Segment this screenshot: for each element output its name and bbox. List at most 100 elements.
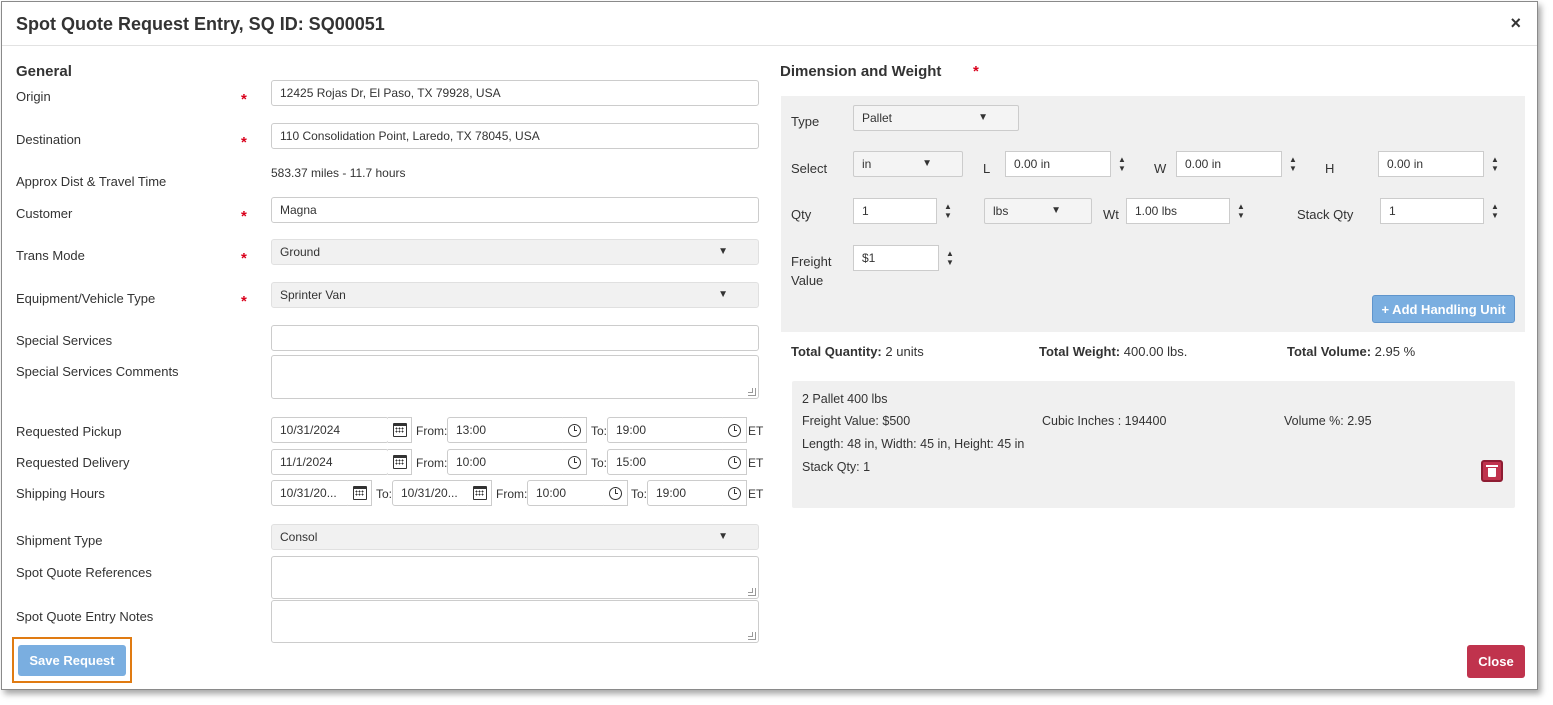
pickup-to-input[interactable]: 19:00 [607, 417, 725, 443]
shipping-date-to-input[interactable]: 10/31/20... [392, 480, 470, 506]
delivery-to-input[interactable]: 15:00 [607, 449, 725, 475]
length-stepper[interactable]: ▲ ▼ [1111, 151, 1133, 177]
freight-label-line2: Value [791, 273, 824, 288]
dimension-section-title: Dimension and Weight [780, 63, 942, 80]
weight-stepper[interactable]: ▲ ▼ [1230, 198, 1252, 224]
close-button[interactable]: Close [1467, 645, 1525, 678]
modal-title: Spot Quote Request Entry, SQ ID: SQ00051 [16, 14, 385, 34]
trans-mode-label: Trans Mode [16, 248, 85, 263]
unit-stack-qty: Stack Qty: 1 [802, 460, 871, 474]
qty-input[interactable]: 1 [853, 198, 937, 224]
width-input[interactable]: 0.00 in [1176, 151, 1282, 177]
clock-icon[interactable] [723, 480, 747, 506]
shipping-from-input[interactable]: 10:00 [527, 480, 606, 506]
references-label: Spot Quote References [16, 565, 152, 580]
save-request-button[interactable]: Save Request [18, 645, 126, 676]
resize-grip-icon[interactable] [748, 588, 756, 596]
freight-value-stepper[interactable]: ▲ ▼ [939, 245, 961, 271]
chevron-down-icon: ▼ [718, 289, 728, 300]
qty-stepper[interactable]: ▲ ▼ [937, 198, 959, 224]
close-icon[interactable]: × [1510, 13, 1521, 34]
calendar-icon[interactable] [388, 417, 412, 443]
select-label: Select [791, 161, 828, 176]
chevron-down-icon: ▼ [718, 246, 728, 257]
chevron-down-icon: ▼ [1051, 205, 1061, 216]
total-quantity: Total Quantity: 2 units [791, 344, 924, 359]
freight-value-input[interactable]: $1 [853, 245, 939, 271]
clock-icon[interactable] [604, 480, 628, 506]
calendar-icon[interactable] [348, 480, 372, 506]
height-label: H [1325, 161, 1335, 176]
height-stepper[interactable]: ▲ ▼ [1484, 151, 1506, 177]
equipment-required: * [241, 293, 247, 310]
unit-summary: 2 Pallet 400 lbs [802, 392, 888, 406]
stack-qty-input[interactable]: 1 [1380, 198, 1484, 224]
destination-input[interactable]: 110 Consolidation Point, Laredo, TX 7804… [271, 123, 759, 149]
shipping-timezone: ET [748, 487, 764, 501]
special-services-input[interactable] [271, 325, 759, 351]
destination-required: * [241, 134, 247, 151]
width-label: W [1154, 161, 1167, 176]
weight-unit-value: lbs [993, 204, 1009, 218]
delivery-date-input[interactable]: 11/1/2024 [271, 449, 389, 475]
total-volume: Total Volume: 2.95 % [1287, 344, 1416, 359]
weight-unit-select[interactable]: lbs ▼ [984, 198, 1092, 224]
unit-cubic-inches: Cubic Inches : 194400 [1042, 414, 1167, 428]
equipment-select[interactable]: Sprinter Van ▼ [271, 282, 759, 308]
resize-grip-icon[interactable] [748, 388, 756, 396]
delivery-timezone: ET [748, 456, 764, 470]
clock-icon[interactable] [723, 417, 747, 443]
stack-qty-stepper[interactable]: ▲ ▼ [1484, 198, 1506, 224]
destination-label: Destination [16, 132, 82, 147]
shipping-date-from-input[interactable]: 10/31/20... [271, 480, 350, 506]
calendar-icon[interactable] [468, 480, 492, 506]
resize-grip-icon[interactable] [748, 632, 756, 640]
handling-unit-panel: Type Pallet ▼ Select in ▼ L 0.00 in ▲ ▼ W… [781, 96, 1525, 332]
unit-value: in [862, 157, 872, 171]
stack-qty-label: Stack Qty [1297, 207, 1354, 222]
distance-label: Approx Dist & Travel Time [16, 174, 167, 189]
chevron-down-icon: ▼ [978, 112, 988, 123]
pickup-from-input[interactable]: 13:00 [447, 417, 565, 443]
shipment-type-select[interactable]: Consol ▼ [271, 524, 759, 550]
calendar-icon[interactable] [388, 449, 412, 475]
unit-dimensions: Length: 48 in, Width: 45 in, Height: 45 … [802, 437, 1025, 451]
unit-select[interactable]: in ▼ [853, 151, 963, 177]
shipping-to-input[interactable]: 19:00 [647, 480, 725, 506]
chevron-down-icon: ▼ [922, 158, 932, 169]
width-stepper[interactable]: ▲ ▼ [1282, 151, 1304, 177]
requested-delivery-label: Requested Delivery [16, 455, 130, 470]
delivery-to-label: To: [591, 456, 608, 470]
pickup-timezone: ET [748, 424, 764, 438]
distance-value: 583.37 miles - 11.7 hours [271, 166, 406, 180]
customer-input[interactable]: Magna [271, 197, 759, 223]
spot-quote-modal: Spot Quote Request Entry, SQ ID: SQ00051… [1, 1, 1538, 690]
trans-mode-select[interactable]: Ground ▼ [271, 239, 759, 265]
references-textarea[interactable] [271, 556, 759, 599]
trans-mode-value: Ground [280, 245, 321, 259]
shipping-to-label: To: [631, 487, 648, 501]
length-input[interactable]: 0.00 in [1005, 151, 1111, 177]
wt-label: Wt [1103, 207, 1119, 222]
clock-icon[interactable] [563, 449, 587, 475]
trash-icon[interactable] [1481, 460, 1503, 482]
type-select[interactable]: Pallet ▼ [853, 105, 1019, 131]
type-label: Type [791, 114, 820, 129]
dimension-required: * [973, 63, 979, 80]
delivery-from-input[interactable]: 10:00 [447, 449, 565, 475]
shipping-from-label: From: [496, 487, 528, 501]
add-handling-unit-button[interactable]: + Add Handling Unit [1372, 295, 1515, 323]
clock-icon[interactable] [563, 417, 587, 443]
customer-label: Customer [16, 206, 73, 221]
clock-icon[interactable] [723, 449, 747, 475]
special-services-comments-textarea[interactable] [271, 355, 759, 399]
pickup-to-label: To: [591, 424, 608, 438]
notes-label: Spot Quote Entry Notes [16, 609, 154, 624]
notes-textarea[interactable] [271, 600, 759, 643]
pickup-date-input[interactable]: 10/31/2024 [271, 417, 389, 443]
special-services-comments-label: Special Services Comments [16, 364, 179, 379]
weight-input[interactable]: 1.00 lbs [1126, 198, 1230, 224]
origin-required: * [241, 91, 247, 108]
origin-input[interactable]: 12425 Rojas Dr, El Paso, TX 79928, USA [271, 80, 759, 106]
height-input[interactable]: 0.00 in [1378, 151, 1484, 177]
